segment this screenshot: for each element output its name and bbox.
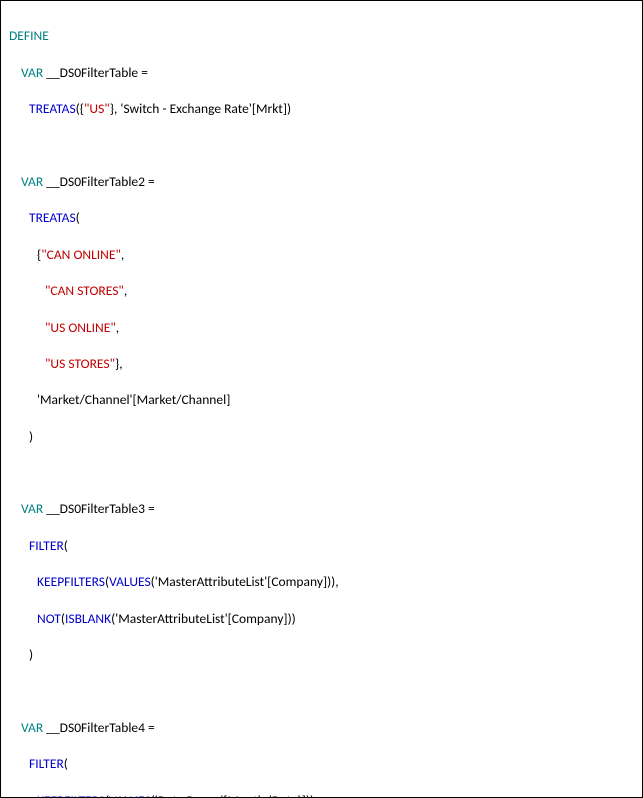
code-block: DEFINE VAR __DS0FilterTable = TREATAS({"… — [0, 0, 643, 798]
treatas-2-item: "US ONLINE", — [45, 319, 634, 337]
treatas-2-close: ) — [29, 428, 634, 446]
filter-3-close: ) — [29, 646, 634, 664]
var-decl-1: VAR __DS0FilterTable = — [21, 64, 634, 82]
kw-define: DEFINE — [9, 27, 634, 45]
var-decl-4: VAR __DS0FilterTable4 = — [21, 719, 634, 737]
blank — [9, 683, 634, 701]
treatas-1: TREATAS({"US"}, 'Switch - Exchange Rate'… — [29, 100, 634, 118]
filter-4-open: FILTER( — [29, 755, 634, 773]
filter-3-open: FILTER( — [29, 537, 634, 555]
filter-3-not: NOT(ISBLANK('MasterAttributeList'[Compan… — [37, 610, 634, 628]
blank — [9, 137, 634, 155]
treatas-2-col: 'Market/Channel'[Market/Channel] — [37, 391, 634, 409]
treatas-2-item: {"CAN ONLINE", — [37, 246, 634, 264]
blank — [9, 464, 634, 482]
treatas-2-item: "US STORES"}, — [45, 355, 634, 373]
treatas-2-open: TREATAS( — [29, 209, 634, 227]
var-decl-2: VAR __DS0FilterTable2 = — [21, 173, 634, 191]
filter-3-keep: KEEPFILTERS(VALUES('MasterAttributeList'… — [37, 573, 634, 591]
var-decl-3: VAR __DS0FilterTable3 = — [21, 500, 634, 518]
treatas-2-item: "CAN STORES", — [45, 282, 634, 300]
filter-4-keep: KEEPFILTERS(VALUES('Date Range'[Month (D… — [37, 792, 634, 798]
